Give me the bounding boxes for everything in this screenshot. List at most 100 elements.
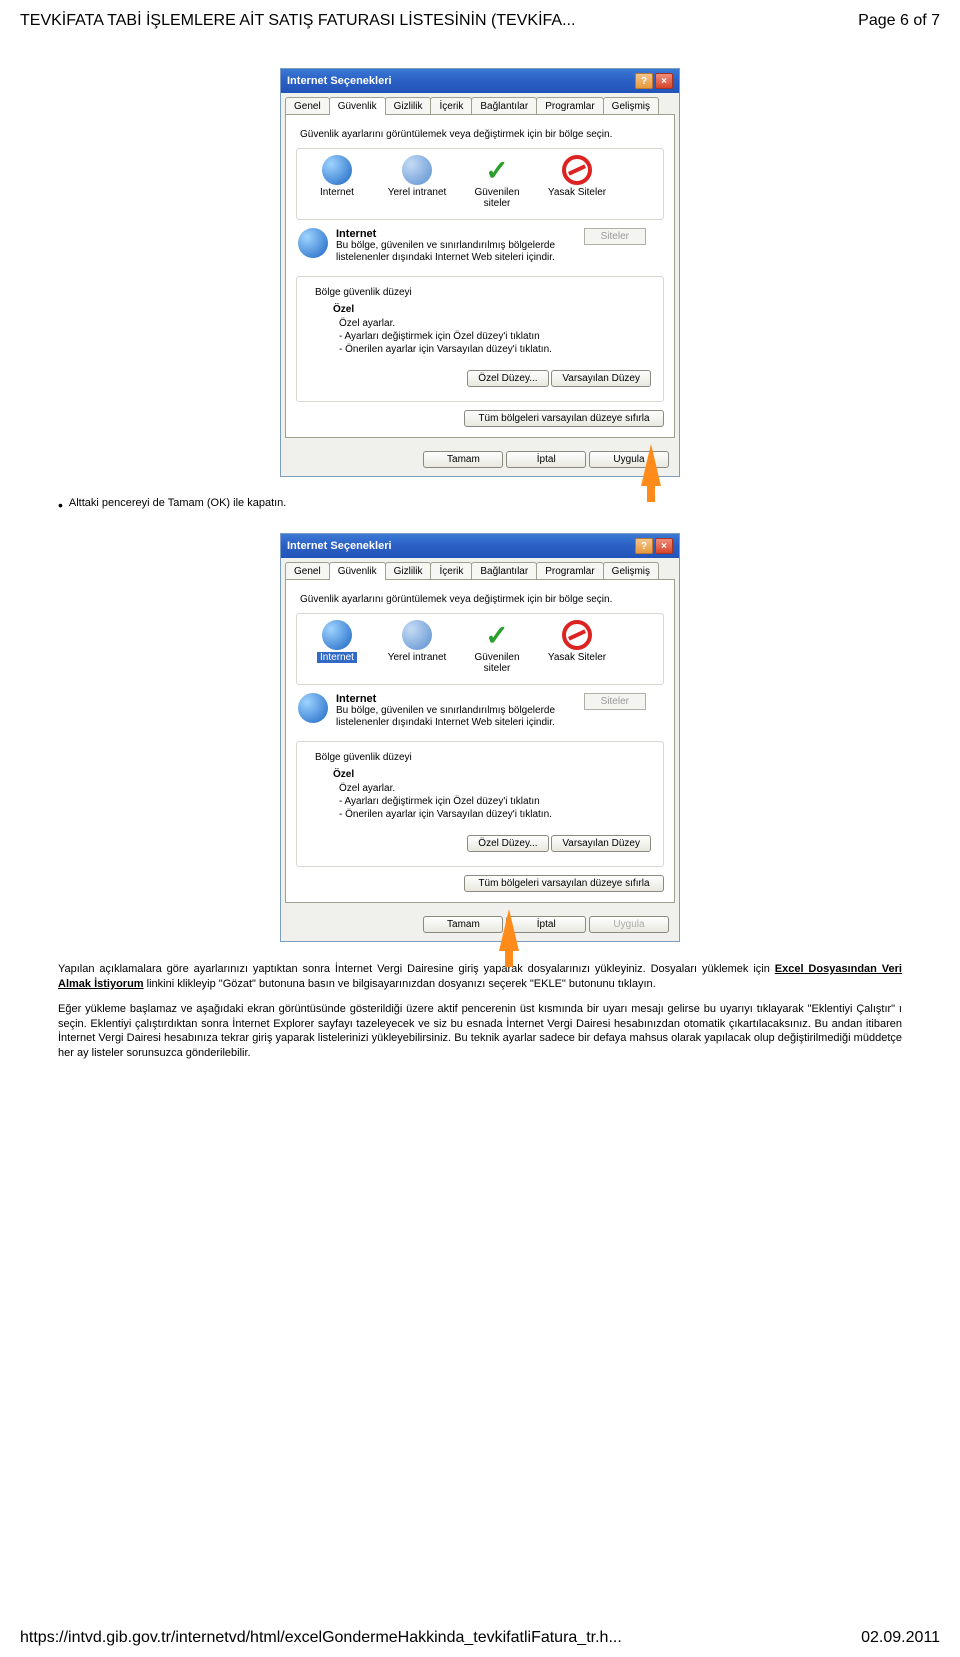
tab-icerik[interactable]: İçerik <box>430 562 472 580</box>
tab-genel[interactable]: Genel <box>285 97 330 115</box>
zone-internet[interactable]: Internet <box>307 620 367 674</box>
reset-row: Tüm bölgeleri varsayılan düzeye sıfırla <box>296 875 664 892</box>
zone-label: Internet <box>317 652 357 663</box>
restrict-icon <box>562 155 592 185</box>
ozel-sub2: - Önerilen ayarlar için Varsayılan düzey… <box>339 343 651 356</box>
default-level-button[interactable]: Varsayılan Düzey <box>551 370 651 387</box>
custom-level-button[interactable]: Özel Düzey... <box>467 835 548 852</box>
tab-guvenlik[interactable]: Güvenlik <box>329 97 386 115</box>
arrow-icon <box>499 909 519 951</box>
tab-gelismis[interactable]: Gelişmiş <box>603 562 659 580</box>
check-icon: ✓ <box>482 620 512 650</box>
group-legend: Bölge güvenlik düzeyi <box>311 287 416 298</box>
zone-name: Internet <box>336 228 376 240</box>
dialog-2-wrap: Internet Seçenekleri ? × Genel Güvenlik … <box>30 533 930 942</box>
dialog-title: Internet Seçenekleri <box>287 75 392 87</box>
zone-intranet[interactable]: Yerel intranet <box>387 155 447 209</box>
zone-trusted[interactable]: ✓ Güvenilen siteler <box>467 155 527 209</box>
titlebar: Internet Seçenekleri ? × <box>281 69 679 93</box>
dialog-buttons: Tamam İptal Uygula <box>281 443 679 476</box>
tab-baglantilar[interactable]: Bağlantılar <box>471 562 537 580</box>
page-footer: https://intvd.gib.gov.tr/internetvd/html… <box>0 1619 960 1657</box>
close-button[interactable]: × <box>655 73 673 89</box>
zone-label: Güvenilen siteler <box>467 187 527 209</box>
ozel-sub2: - Önerilen ayarlar için Varsayılan düzey… <box>339 808 651 821</box>
zone-name: Internet <box>336 693 376 705</box>
tab-baglantilar[interactable]: Bağlantılar <box>471 97 537 115</box>
footer-date: 02.09.2011 <box>861 1629 940 1647</box>
globe-icon <box>322 620 352 650</box>
zone-label: Yerel intranet <box>388 187 447 198</box>
zone-label: Yasak Siteler <box>548 187 606 198</box>
bullet-instruction: Alttaki pencereyi de Tamam (OK) ile kapa… <box>58 497 930 513</box>
intranet-icon <box>402 620 432 650</box>
tab-icerik[interactable]: İçerik <box>430 97 472 115</box>
zone-desc: Bu bölge, güvenilen ve sınırlandırılmış … <box>336 705 556 729</box>
ok-button[interactable]: Tamam <box>423 916 503 933</box>
tab-panel: Güvenlik ayarlarını görüntülemek veya de… <box>285 579 675 903</box>
zone-label: Güvenilen siteler <box>467 652 527 674</box>
titlebar-buttons: ? × <box>635 73 673 89</box>
paragraph-1: Yapılan açıklamalara göre ayarlarınızı y… <box>58 962 902 992</box>
sites-button[interactable]: Siteler <box>584 693 646 710</box>
globe-icon <box>298 228 328 258</box>
zone-label: Yasak Siteler <box>548 652 606 663</box>
ozel-sub1: - Ayarları değiştirmek için Özel düzey'i… <box>339 330 651 343</box>
tab-gelismis[interactable]: Gelişmiş <box>603 97 659 115</box>
tab-genel[interactable]: Genel <box>285 562 330 580</box>
footer-url: https://intvd.gib.gov.tr/internetvd/html… <box>20 1629 622 1647</box>
page-number: Page 6 of 7 <box>858 12 940 30</box>
help-button[interactable]: ? <box>635 73 653 89</box>
zone-restricted[interactable]: Yasak Siteler <box>547 620 607 674</box>
p1a: Yapılan açıklamalara göre ayarlarınızı y… <box>58 963 775 975</box>
default-level-button[interactable]: Varsayılan Düzey <box>551 835 651 852</box>
zone-list: Internet Yerel intranet ✓ Güvenilen site… <box>296 148 664 220</box>
restrict-icon <box>562 620 592 650</box>
globe-icon <box>298 693 328 723</box>
zone-label: Yerel intranet <box>388 652 447 663</box>
custom-block: Özel Özel ayarlar. - Ayarları değiştirme… <box>333 769 651 821</box>
custom-block: Özel Özel ayarlar. - Ayarları değiştirme… <box>333 304 651 356</box>
security-level-group: Bölge güvenlik düzeyi Özel Özel ayarlar.… <box>296 741 664 867</box>
zone-restricted[interactable]: Yasak Siteler <box>547 155 607 209</box>
dialog-buttons: Tamam İptal Uygula <box>281 908 679 941</box>
bullet-text: Alttaki pencereyi de Tamam (OK) ile kapa… <box>69 497 286 509</box>
tab-gizlilik[interactable]: Gizlilik <box>385 562 432 580</box>
tab-programlar[interactable]: Programlar <box>536 562 603 580</box>
ok-button[interactable]: Tamam <box>423 451 503 468</box>
paragraph-2: Eğer yükleme başlamaz ve aşağıdaki ekran… <box>58 1002 902 1061</box>
reset-all-button[interactable]: Tüm bölgeleri varsayılan düzeye sıfırla <box>464 875 664 892</box>
internet-options-dialog-1: Internet Seçenekleri ? × Genel Güvenlik … <box>280 68 680 477</box>
intranet-icon <box>402 155 432 185</box>
dialog-title: Internet Seçenekleri <box>287 540 392 552</box>
level-buttons: Özel Düzey... Varsayılan Düzey <box>309 370 651 387</box>
sites-button[interactable]: Siteler <box>584 228 646 245</box>
close-button[interactable]: × <box>655 538 673 554</box>
tab-guvenlik[interactable]: Güvenlik <box>329 562 386 580</box>
arrow-icon <box>641 444 661 486</box>
dialog-1-wrap: Internet Seçenekleri ? × Genel Güvenlik … <box>30 68 930 477</box>
page-header: TEVKİFATA TABİ İŞLEMLERE AİT SATIŞ FATUR… <box>0 0 960 38</box>
tab-programlar[interactable]: Programlar <box>536 97 603 115</box>
tabstrip: Genel Güvenlik Gizlilik İçerik Bağlantıl… <box>281 93 679 115</box>
zone-desc: Bu bölge, güvenilen ve sınırlandırılmış … <box>336 240 556 264</box>
zone-instruction: Güvenlik ayarlarını görüntülemek veya de… <box>300 129 664 140</box>
titlebar: Internet Seçenekleri ? × <box>281 534 679 558</box>
tab-gizlilik[interactable]: Gizlilik <box>385 97 432 115</box>
help-button[interactable]: ? <box>635 538 653 554</box>
p1b: linkini klikleyip "Gözat" butonuna basın… <box>144 978 656 990</box>
reset-row: Tüm bölgeleri varsayılan düzeye sıfırla <box>296 410 664 427</box>
ozel-sub0: Özel ayarlar. <box>339 782 651 795</box>
zone-trusted[interactable]: ✓ Güvenilen siteler <box>467 620 527 674</box>
doc-title: TEVKİFATA TABİ İŞLEMLERE AİT SATIŞ FATUR… <box>20 12 575 30</box>
reset-all-button[interactable]: Tüm bölgeleri varsayılan düzeye sıfırla <box>464 410 664 427</box>
zone-intranet[interactable]: Yerel intranet <box>387 620 447 674</box>
zone-internet[interactable]: Internet <box>307 155 367 209</box>
ozel-title: Özel <box>333 304 651 315</box>
security-level-group: Bölge güvenlik düzeyi Özel Özel ayarlar.… <box>296 276 664 402</box>
apply-button: Uygula <box>589 916 669 933</box>
check-icon: ✓ <box>482 155 512 185</box>
custom-level-button[interactable]: Özel Düzey... <box>467 370 548 387</box>
cancel-button[interactable]: İptal <box>506 451 586 468</box>
content: Internet Seçenekleri ? × Genel Güvenlik … <box>0 38 960 1061</box>
